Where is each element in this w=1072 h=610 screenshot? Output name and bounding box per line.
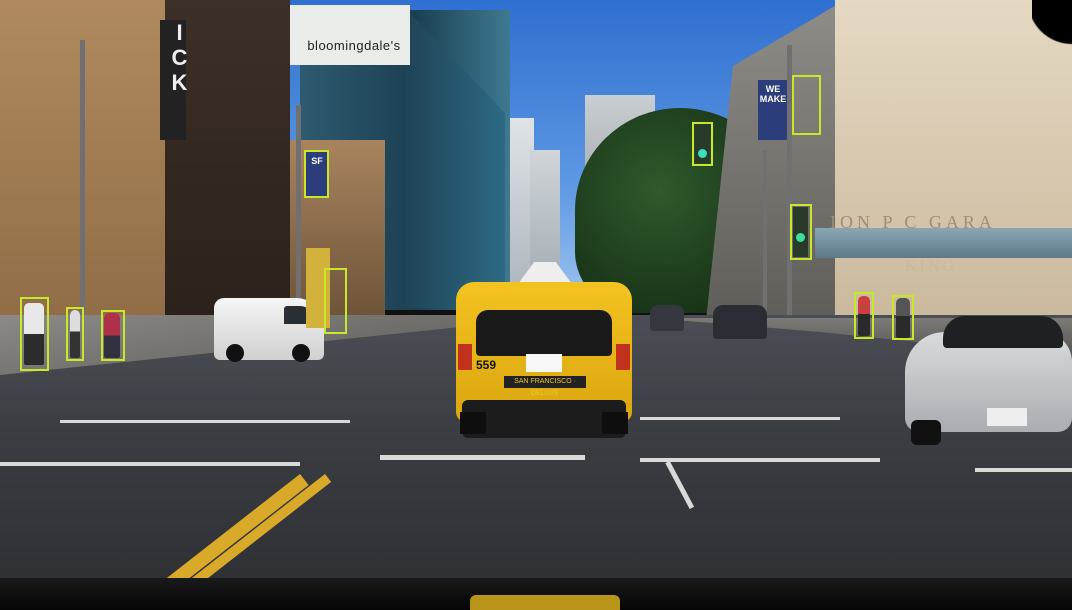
taxi-rear-window	[476, 310, 612, 356]
stop-line-far-right	[975, 468, 1072, 472]
detection-box-pedestrian	[66, 307, 84, 361]
detection-box-kiosk	[324, 268, 347, 334]
detection-box-pedestrian	[854, 292, 874, 339]
banner-right-text: WE MAKE	[759, 84, 787, 104]
van-wheel	[292, 344, 310, 362]
department-store-sign: bloomingdale's	[307, 38, 401, 53]
taxi-wheel	[602, 412, 628, 434]
dashboard-object	[470, 595, 620, 610]
taxi-number: 559	[476, 358, 497, 372]
frame-corner-shadow	[1032, 0, 1072, 60]
detection-box-traffic-light	[692, 122, 713, 166]
detection-box-traffic-light	[790, 204, 812, 260]
detection-box-banner	[792, 75, 821, 135]
taxi-stripe: SAN FRANCISCO · DELUXE	[504, 376, 586, 397]
taxi-roof-sign	[518, 262, 572, 284]
yellow-taxi: 559 SAN FRANCISCO · DELUXE	[456, 262, 632, 438]
taxi-tail-light-right	[616, 344, 630, 370]
sedan-wheel	[911, 420, 941, 445]
stop-line-left	[0, 462, 300, 466]
taxi-tail-light-left	[458, 344, 472, 370]
stop-line-center	[380, 455, 585, 460]
detection-box-sign	[304, 150, 329, 198]
traffic-pole-right	[763, 150, 767, 330]
stop-line-right	[640, 458, 880, 462]
sedan-rear-window	[943, 316, 1063, 348]
crosswalk-line-left	[60, 420, 350, 423]
detection-box-pedestrian	[101, 310, 125, 361]
street-banner-right: WE MAKE	[758, 80, 788, 140]
vertical-building-sign: ICK	[160, 20, 192, 140]
detection-box-pedestrian	[20, 297, 49, 371]
silver-sedan	[905, 310, 1072, 445]
crosswalk-line-right	[640, 417, 840, 420]
street-scene: bloomingdale's ICK ION P C GARA KING WE …	[0, 0, 1072, 610]
van-wheel	[226, 344, 244, 362]
vertical-sign-text: ICK	[167, 20, 192, 95]
garage-sign: ION P C GARA	[830, 212, 996, 232]
garage-sign-lower: KING	[905, 258, 957, 275]
dark-suv	[713, 305, 767, 339]
taxi-plate	[526, 354, 562, 372]
detection-box-pedestrian	[892, 295, 914, 340]
street-light-pole-mid	[296, 105, 301, 325]
taxi-wheel	[460, 412, 486, 434]
distant-car	[650, 305, 684, 331]
taxi-body: 559 SAN FRANCISCO · DELUXE	[456, 282, 632, 438]
sedan-plate	[987, 408, 1027, 426]
